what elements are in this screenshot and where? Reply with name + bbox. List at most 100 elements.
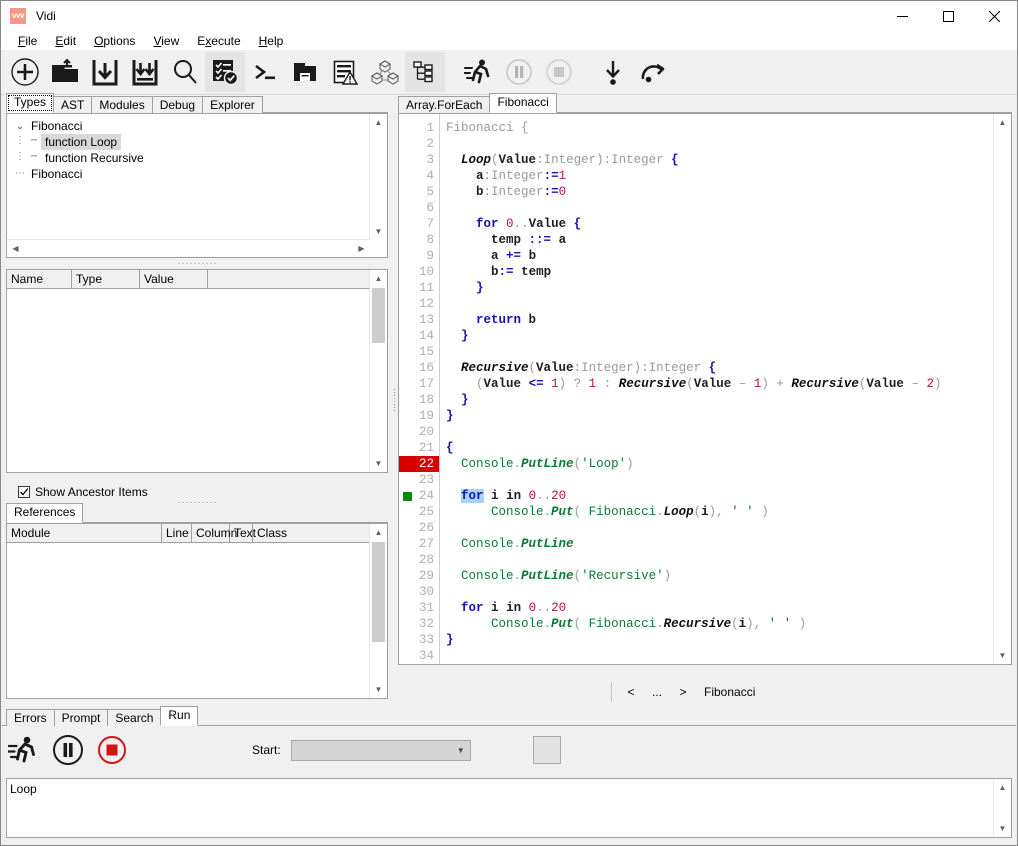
line-number[interactable]: 20 — [399, 424, 439, 440]
code-line[interactable]: } — [446, 328, 994, 344]
open-folder-icon[interactable] — [45, 52, 85, 92]
code-line[interactable] — [446, 200, 994, 216]
line-number[interactable]: 31 — [399, 600, 439, 616]
variables-column-header[interactable]: Type — [72, 270, 140, 288]
line-number[interactable]: 17 — [399, 376, 439, 392]
tree-item[interactable]: ⋮ ⋯ function Loop — [13, 134, 370, 150]
run-icon[interactable] — [2, 728, 46, 772]
code-line[interactable] — [446, 648, 994, 664]
references-column-header[interactable]: Class — [253, 524, 343, 542]
modules-graph-icon[interactable] — [365, 52, 405, 92]
tree-item[interactable]: ⋯ Fibonacci — [13, 166, 370, 182]
pause-icon[interactable] — [46, 728, 90, 772]
line-number[interactable]: 26 — [399, 520, 439, 536]
code-line[interactable]: } — [446, 392, 994, 408]
archive-icon[interactable] — [285, 52, 325, 92]
code-line[interactable] — [446, 424, 994, 440]
run-output-panel[interactable]: Loop ▲ ▼ — [6, 778, 1012, 838]
line-number[interactable]: 9 — [399, 248, 439, 264]
references-column-header[interactable]: Text — [230, 524, 256, 542]
menu-execute[interactable]: Execute — [188, 33, 249, 49]
stop-icon[interactable] — [90, 728, 134, 772]
code-line[interactable]: Fibonacci { — [446, 120, 994, 136]
code-line[interactable]: } — [446, 280, 994, 296]
code-line[interactable]: Console.PutLine — [446, 536, 994, 552]
nav-prev-button[interactable]: < — [618, 685, 644, 699]
variables-column-header[interactable]: Name — [7, 270, 72, 288]
tree-horizontal-scrollbar[interactable]: ◀ ▶ — [7, 239, 370, 257]
code-line[interactable] — [446, 136, 994, 152]
line-number[interactable]: 2 — [399, 136, 439, 152]
extra-button[interactable] — [532, 736, 561, 764]
line-number[interactable]: 30 — [399, 584, 439, 600]
code-line[interactable]: for i in 0..20 — [446, 488, 994, 504]
scroll-down-icon[interactable]: ▼ — [370, 223, 387, 240]
code-line[interactable]: Console.PutLine('Recursive') — [446, 568, 994, 584]
left-splitter-1[interactable] — [6, 260, 388, 266]
line-number[interactable]: 23 — [399, 472, 439, 488]
editor-tab-fibonacci[interactable]: Fibonacci — [489, 93, 557, 113]
line-number[interactable]: 33 — [399, 632, 439, 648]
code-line[interactable] — [446, 296, 994, 312]
code-line[interactable]: b:= temp — [446, 264, 994, 280]
line-number[interactable]: 28 — [399, 552, 439, 568]
line-number[interactable]: 6 — [399, 200, 439, 216]
show-ancestor-items-row[interactable]: Show Ancestor Items — [18, 485, 148, 499]
line-number[interactable]: 11 — [399, 280, 439, 296]
new-icon[interactable] — [5, 52, 45, 92]
code-line[interactable]: Loop(Value:Integer):Integer { — [446, 152, 994, 168]
code-line[interactable] — [446, 520, 994, 536]
line-number[interactable]: 5 — [399, 184, 439, 200]
variables-column-header[interactable] — [208, 270, 276, 288]
search-icon[interactable] — [165, 52, 205, 92]
line-number[interactable]: 15 — [399, 344, 439, 360]
vertical-splitter[interactable] — [390, 95, 398, 705]
menu-edit[interactable]: Edit — [46, 33, 85, 49]
code-line[interactable]: Recursive(Value:Integer):Integer { — [446, 360, 994, 376]
code-editor[interactable]: 1 2 3 4 5 6 7 8 9 10 11 12 13 14 15 16 17 18 19 20 21 22 23 24 2… — [398, 113, 1012, 665]
scroll-down-icon[interactable]: ▼ — [370, 455, 387, 472]
code-line[interactable]: { — [446, 440, 994, 456]
maximize-icon[interactable] — [925, 1, 971, 31]
tree-item[interactable]: ⌄ Fibonacci — [13, 118, 370, 134]
tree-item[interactable]: ⋮ ⋯ function Recursive — [13, 150, 370, 166]
step-over-icon[interactable] — [633, 52, 673, 92]
line-number[interactable]: 13 — [399, 312, 439, 328]
types-tree[interactable]: ⌄ Fibonacci ⋮ ⋯ function Loop ⋮ ⋯ function Recu… — [7, 114, 370, 240]
line-number[interactable]: 10 — [399, 264, 439, 280]
scroll-thumb[interactable] — [372, 542, 385, 642]
bottom-tab-search[interactable]: Search — [107, 709, 162, 726]
scroll-up-icon[interactable]: ▲ — [370, 270, 387, 287]
line-number[interactable]: 8 — [399, 232, 439, 248]
line-number[interactable]: 21 — [399, 440, 439, 456]
line-number[interactable]: 25 — [399, 504, 439, 520]
scroll-down-icon[interactable]: ▼ — [370, 681, 387, 698]
code-line[interactable]: b:Integer:=0 — [446, 184, 994, 200]
references-panel[interactable]: Module Line Column Text Class ▲ ▼ — [6, 523, 388, 699]
variables-panel[interactable]: Name Type Value ▲ ▼ — [6, 269, 388, 473]
nav-more-button[interactable]: ... — [644, 685, 670, 699]
checklist-check-icon[interactable] — [205, 52, 245, 92]
bottom-tab-errors[interactable]: Errors — [6, 709, 55, 726]
line-number[interactable]: 4 — [399, 168, 439, 184]
save-all-icon[interactable] — [125, 52, 165, 92]
code-line[interactable] — [446, 584, 994, 600]
run-icon[interactable] — [459, 52, 499, 92]
stop-icon[interactable] — [539, 52, 579, 92]
code-scroll-area[interactable]: 1 2 3 4 5 6 7 8 9 10 11 12 13 14 15 16 17 18 19 20 21 22 23 24 2… — [399, 114, 994, 664]
breakpoint-marker[interactable]: 22 — [399, 456, 439, 472]
code-line[interactable]: return b — [446, 312, 994, 328]
tab-modules[interactable]: Modules — [91, 96, 153, 113]
variables-column-header[interactable]: Value — [140, 270, 208, 288]
tab-debug[interactable]: Debug — [151, 96, 204, 113]
bottom-tab-prompt[interactable]: Prompt — [53, 709, 109, 726]
code-area[interactable]: 1 2 3 4 5 6 7 8 9 10 11 12 13 14 15 16 17 18 19 20 21 22 23 24 2… — [399, 114, 994, 664]
code-line[interactable]: for 0..Value { — [446, 216, 994, 232]
line-number[interactable]: 18 — [399, 392, 439, 408]
code-line[interactable]: a += b — [446, 248, 994, 264]
output-vertical-scrollbar[interactable]: ▲ ▼ — [993, 779, 1011, 837]
bottom-tab-run[interactable]: Run — [160, 706, 199, 726]
current-line-marker[interactable]: 24 — [399, 488, 439, 504]
line-number[interactable]: 14 — [399, 328, 439, 344]
line-number[interactable]: 12 — [399, 296, 439, 312]
